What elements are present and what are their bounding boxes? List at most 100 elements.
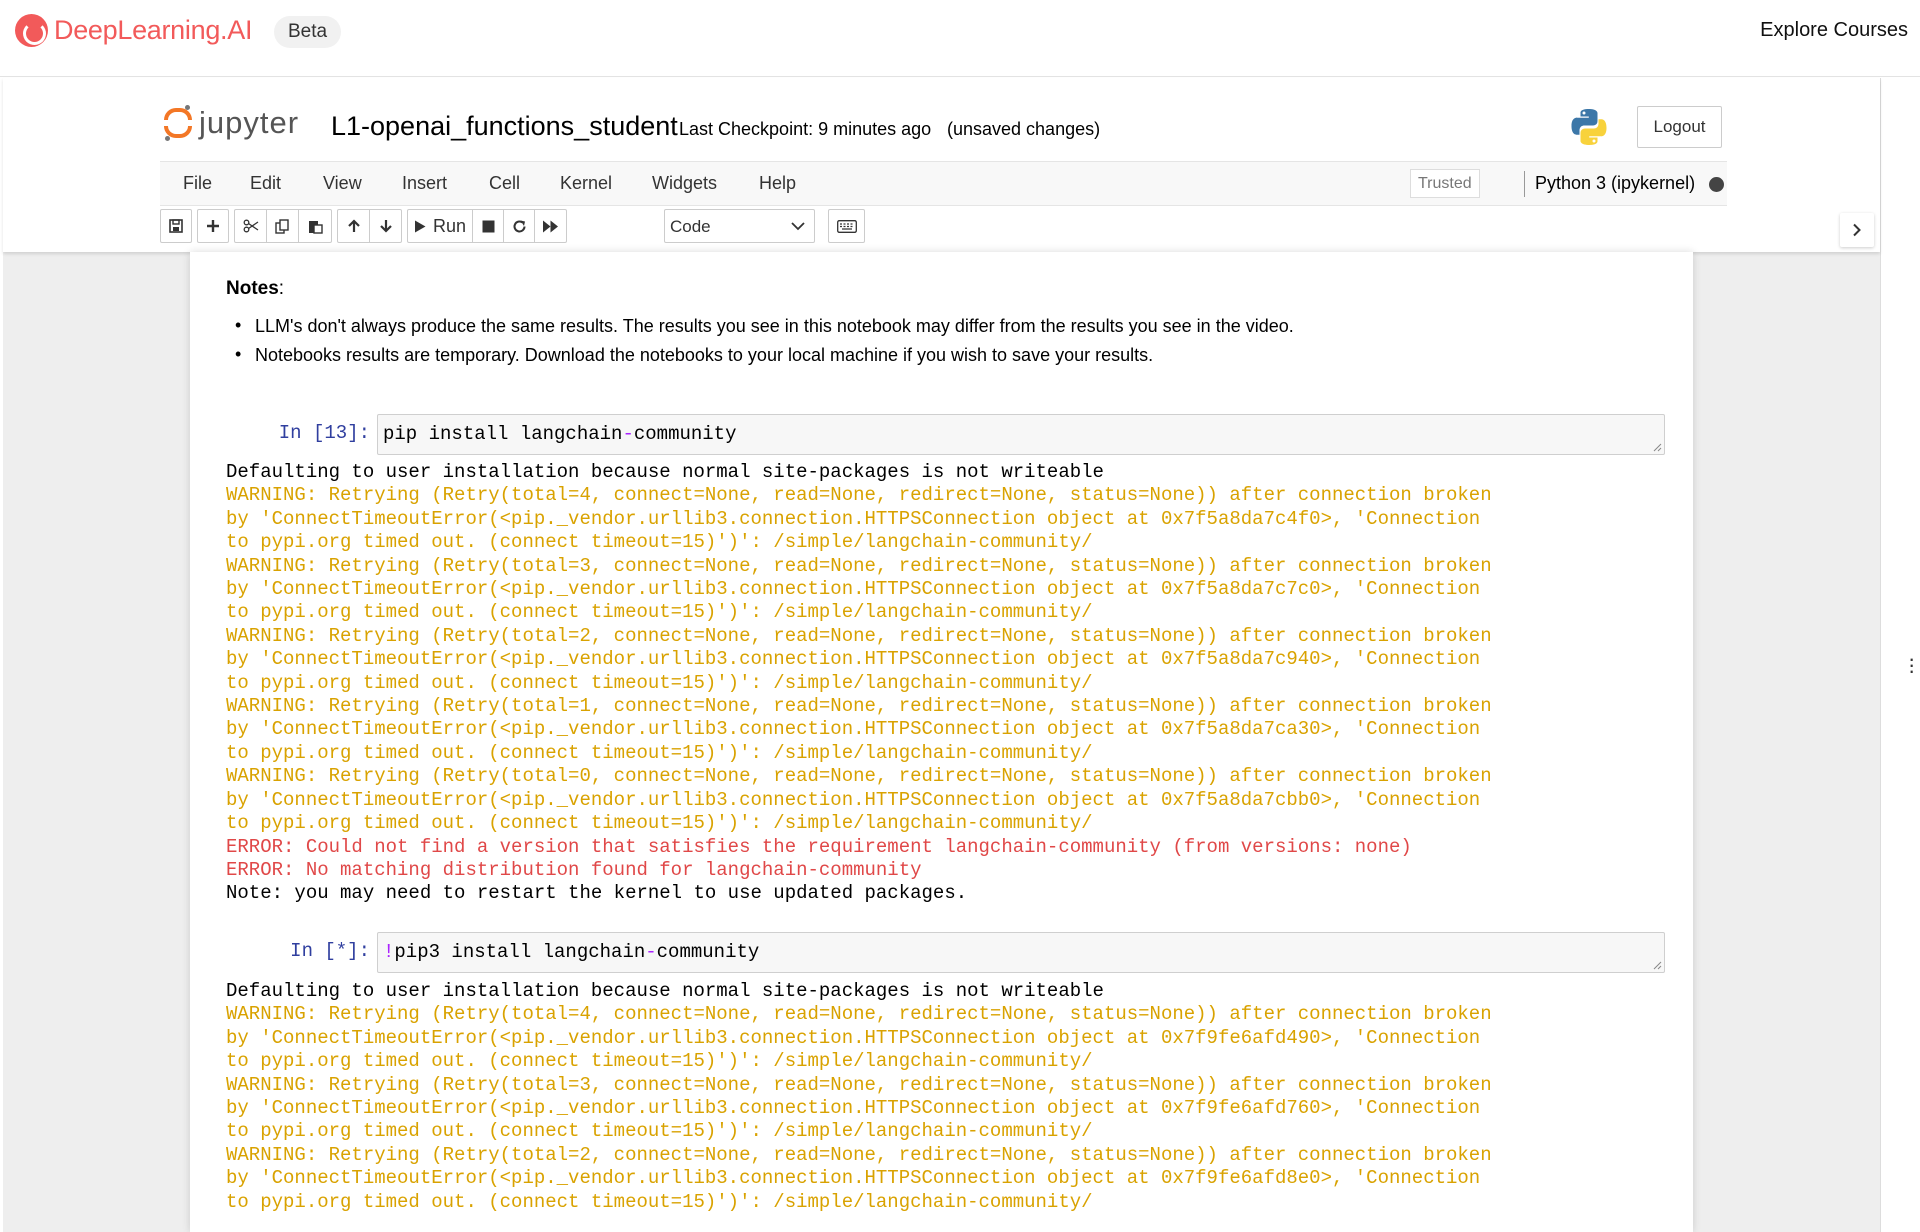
output-line: by 'ConnectTimeoutError(<pip._vendor.url… (226, 578, 1481, 601)
deeplearning-logo[interactable]: DeepLearning.AI (15, 14, 252, 47)
menu-edit[interactable]: Edit (250, 173, 281, 194)
move-up-button[interactable] (337, 209, 370, 243)
output-line: by 'ConnectTimeoutError(<pip._vendor.url… (226, 648, 1481, 671)
kernel-status-icon (1709, 177, 1724, 192)
output-line: WARNING: Retrying (Retry(total=4, connec… (226, 484, 1492, 507)
beta-badge: Beta (274, 16, 342, 48)
output-line: Defaulting to user installation because … (226, 461, 1104, 483)
output-line: by 'ConnectTimeoutError(<pip._vendor.url… (226, 1097, 1481, 1120)
output-line: WARNING: Retrying (Retry(total=4, connec… (226, 1003, 1492, 1026)
interrupt-button[interactable] (472, 209, 504, 243)
chevron-right-icon (1853, 223, 1861, 237)
output-line: WARNING: Retrying (Retry(total=0, connec… (226, 765, 1492, 788)
menu-insert[interactable]: Insert (402, 173, 447, 194)
play-icon (414, 220, 426, 232)
notebook-page: Notes: LLM's don't always produce the sa… (190, 252, 1693, 1232)
move-down-button[interactable] (369, 209, 402, 243)
cell-output: Defaulting to user installation because … (226, 461, 1492, 906)
cell-type-value: Code (670, 217, 711, 236)
kernel-name[interactable]: Python 3 (ipykernel) (1535, 173, 1695, 194)
menu-help[interactable]: Help (759, 173, 796, 194)
run-label: Run (432, 215, 467, 236)
insert-cell-button[interactable] (197, 209, 229, 243)
output-line: ERROR: Could not find a version that sat… (226, 835, 1412, 858)
menu-cell[interactable]: Cell (489, 173, 520, 194)
output-line: to pypi.org timed out. (connect timeout=… (226, 1050, 1093, 1073)
brand-name: DeepLearning.AI (54, 15, 253, 45)
output-line: by 'ConnectTimeoutError(<pip._vendor.url… (226, 507, 1481, 530)
output-line: WARNING: Retrying (Retry(total=3, connec… (226, 554, 1492, 577)
output-line: WARNING: Retrying (Retry(total=1, connec… (226, 695, 1492, 718)
menu-file[interactable]: File (183, 173, 212, 194)
command-palette-button[interactable] (828, 209, 865, 243)
paste-button[interactable] (298, 209, 332, 243)
notebook-header: jupyter L1-openai_functions_student Last… (3, 78, 1880, 252)
code-cell-input[interactable]: pip install langchain-community (377, 414, 1665, 455)
cell-output: Defaulting to user installation because … (226, 980, 1492, 1214)
menu-kernel[interactable]: Kernel (560, 173, 612, 194)
output-line: Defaulting to user installation because … (226, 980, 1104, 1002)
output-line: ERROR: No matching distribution found fo… (226, 858, 922, 881)
restart-icon (513, 220, 525, 232)
output-line: WARNING: Retrying (Retry(total=2, connec… (226, 1143, 1492, 1166)
cell-prompt: In [13]: (278, 422, 370, 444)
deeplearning-logo-icon (15, 14, 48, 47)
chevron-down-icon (791, 222, 805, 231)
code-cell-input[interactable]: !pip3 install langchain-community (377, 932, 1665, 973)
arrow-up-icon (347, 219, 360, 232)
paste-icon (308, 220, 323, 234)
menubar: File Edit View Insert Cell Kernel Widget… (160, 161, 1727, 206)
save-button[interactable] (160, 209, 192, 243)
copy-icon (275, 218, 289, 234)
cut-button[interactable] (234, 209, 267, 243)
menu-widgets[interactable]: Widgets (652, 173, 717, 194)
notes-list: LLM's don't always produce the same resu… (231, 315, 1294, 374)
restart-run-all-button[interactable] (534, 209, 567, 243)
logout-button[interactable]: Logout (1637, 106, 1722, 148)
cut-icon (243, 219, 258, 233)
stop-icon (482, 220, 494, 232)
output-line: to pypi.org timed out. (connect timeout=… (226, 741, 1093, 764)
output-line: to pypi.org timed out. (connect timeout=… (226, 601, 1093, 624)
output-line: to pypi.org timed out. (connect timeout=… (226, 531, 1093, 554)
list-item: Notebooks results are temporary. Downloa… (231, 344, 1294, 366)
restart-button[interactable] (503, 209, 535, 243)
output-line: by 'ConnectTimeoutError(<pip._vendor.url… (226, 1167, 1481, 1190)
menu-view[interactable]: View (323, 173, 362, 194)
output-line: WARNING: Retrying (Retry(total=3, connec… (226, 1073, 1492, 1096)
output-line: to pypi.org timed out. (connect timeout=… (226, 1120, 1093, 1143)
output-line: to pypi.org timed out. (connect timeout=… (226, 671, 1093, 694)
checkpoint-status: Last Checkpoint: 9 minutes ago (679, 119, 932, 139)
kernel-separator (1524, 171, 1525, 197)
plus-icon (207, 220, 219, 232)
output-line: to pypi.org timed out. (connect timeout=… (226, 1190, 1093, 1213)
python-logo-icon (1571, 109, 1607, 145)
output-line: by 'ConnectTimeoutError(<pip._vendor.url… (226, 718, 1481, 741)
unsaved-indicator: (unsaved changes) (947, 119, 1101, 139)
trusted-indicator[interactable]: Trusted (1410, 169, 1480, 198)
jupyter-logo[interactable]: jupyter (163, 105, 299, 141)
more-options-icon[interactable]: · · · (1908, 648, 1915, 682)
keyboard-icon (836, 219, 857, 233)
notebook-title[interactable]: L1-openai_functions_student (331, 111, 678, 142)
cell-type-select[interactable]: Code (664, 209, 815, 243)
output-line: WARNING: Retrying (Retry(total=2, connec… (226, 624, 1492, 647)
notes-heading: Notes: (226, 278, 285, 299)
resize-handle-icon[interactable] (1652, 960, 1662, 970)
output-line: to pypi.org timed out. (connect timeout=… (226, 812, 1093, 835)
jupyter-wordmark: jupyter (199, 105, 300, 140)
site-header: DeepLearning.AI Beta Explore Courses (0, 0, 1920, 77)
toggle-sidebar-button[interactable] (1840, 213, 1874, 247)
right-edge-divider (1880, 78, 1881, 1232)
explore-courses-link[interactable]: Explore Courses (1760, 19, 1908, 42)
run-button[interactable]: Run (407, 209, 473, 243)
list-item: LLM's don't always produce the same resu… (231, 315, 1294, 337)
cell-prompt: In [*]: (290, 940, 370, 962)
jupyter-logo-icon (163, 105, 193, 141)
resize-handle-icon[interactable] (1652, 442, 1662, 452)
fast-forward-icon (543, 220, 558, 232)
output-line: Note: you may need to restart the kernel… (226, 882, 968, 905)
arrow-down-icon (379, 220, 392, 233)
copy-button[interactable] (266, 209, 299, 243)
output-line: by 'ConnectTimeoutError(<pip._vendor.url… (226, 788, 1481, 811)
